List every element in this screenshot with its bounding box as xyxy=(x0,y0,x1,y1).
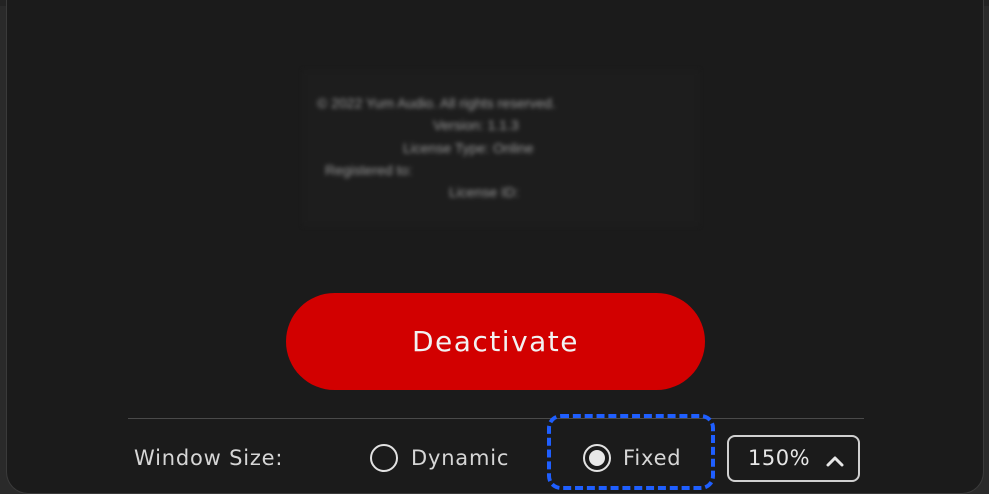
license-type-text: License Type: Online xyxy=(403,140,534,156)
about-info-blurred: © 2022 Yum Audio. All rights reserved. V… xyxy=(303,70,699,226)
copyright-text: © 2022 Yum Audio. All rights reserved. xyxy=(317,95,556,111)
dynamic-radio[interactable] xyxy=(370,444,398,472)
dynamic-option-label[interactable]: Dynamic xyxy=(411,446,509,470)
registered-to-text: Registered to: xyxy=(325,162,413,178)
fixed-option-label[interactable]: Fixed xyxy=(623,446,681,470)
zoom-select[interactable]: 150% xyxy=(727,435,860,482)
zoom-value: 150% xyxy=(748,446,811,470)
fixed-radio[interactable] xyxy=(583,444,611,472)
divider xyxy=(128,418,864,419)
deactivate-button[interactable]: Deactivate xyxy=(286,293,705,390)
version-text: Version: 1.1.3 xyxy=(433,117,519,133)
license-id-text: License ID: xyxy=(449,184,520,200)
chevron-up-icon[interactable] xyxy=(823,449,847,473)
window-size-label: Window Size: xyxy=(134,446,284,470)
